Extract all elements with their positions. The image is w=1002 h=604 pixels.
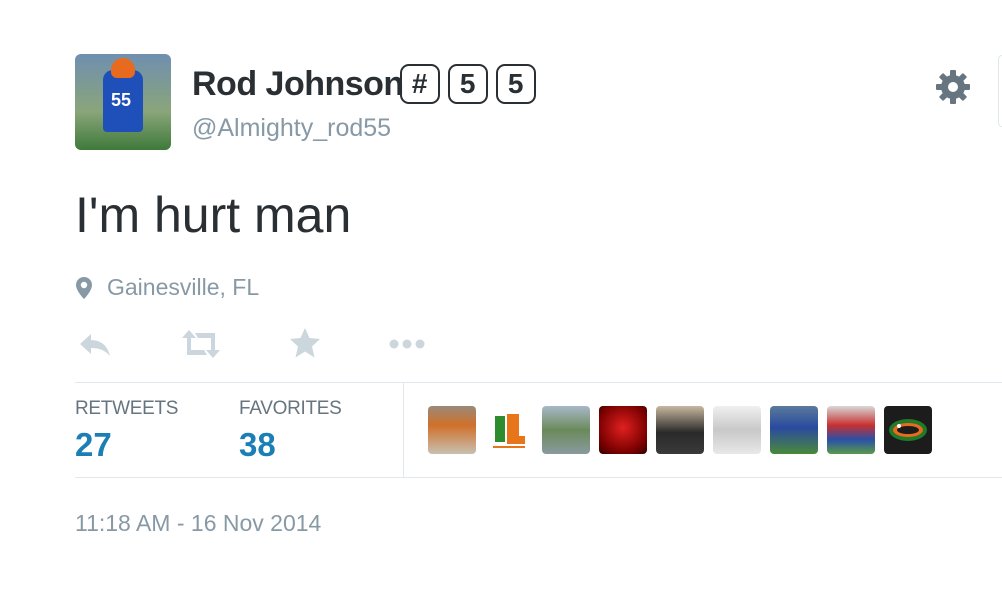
follow-button-edge[interactable] <box>998 55 1002 127</box>
favorites-stat[interactable]: FAVORITES 38 <box>239 398 342 464</box>
retweets-stat[interactable]: RETWEETS 27 <box>75 398 178 464</box>
author-avatar[interactable]: 55 <box>75 54 171 150</box>
retweets-label: RETWEETS <box>75 398 179 419</box>
keycap-five-icon: 5 <box>495 64 536 104</box>
gator-logo-icon <box>889 419 927 441</box>
favoriter-avatar[interactable] <box>542 406 590 454</box>
favoriter-avatar[interactable] <box>827 406 875 454</box>
favorites-count[interactable]: 38 <box>239 426 342 464</box>
avatar-jersey-number: 55 <box>111 90 132 110</box>
tweet-timestamp[interactable]: 11:18 AM - 16 Nov 2014 <box>75 510 321 537</box>
location-label[interactable]: Gainesville, FL <box>107 274 259 301</box>
keycap-hash-icon: # <box>399 64 440 104</box>
favoriter-avatar[interactable] <box>485 406 533 454</box>
stats-vertical-divider <box>403 383 404 477</box>
stats-divider-bottom <box>75 477 1002 478</box>
keycap-five-icon: 5 <box>447 64 488 104</box>
favoriter-avatar[interactable] <box>428 406 476 454</box>
author-name-row[interactable]: Rod Johnson # 5 5 <box>192 64 536 104</box>
gear-icon[interactable] <box>934 68 972 106</box>
map-pin-icon <box>76 276 92 299</box>
tweet-text: I'm hurt man <box>75 187 352 243</box>
reply-icon[interactable] <box>77 326 113 362</box>
favoriter-avatar[interactable] <box>713 406 761 454</box>
favoriters-avatars <box>428 406 941 454</box>
more-icon[interactable] <box>387 326 429 362</box>
retweets-count[interactable]: 27 <box>75 426 178 464</box>
author-name[interactable]: Rod Johnson <box>192 65 404 104</box>
star-icon[interactable] <box>288 326 322 360</box>
favoriter-avatar[interactable] <box>770 406 818 454</box>
stats-divider-top <box>75 382 1002 383</box>
avatar-helmet <box>111 58 135 78</box>
favoriter-logo <box>493 414 525 448</box>
retweet-icon[interactable] <box>180 326 222 362</box>
tweet-location[interactable]: Gainesville, FL <box>75 274 259 301</box>
favorites-label: FAVORITES <box>239 398 342 419</box>
author-handle[interactable]: @Almighty_rod55 <box>192 114 391 143</box>
favoriter-avatar[interactable] <box>884 406 932 454</box>
favoriter-avatar[interactable] <box>656 406 704 454</box>
favoriter-avatar[interactable] <box>599 406 647 454</box>
